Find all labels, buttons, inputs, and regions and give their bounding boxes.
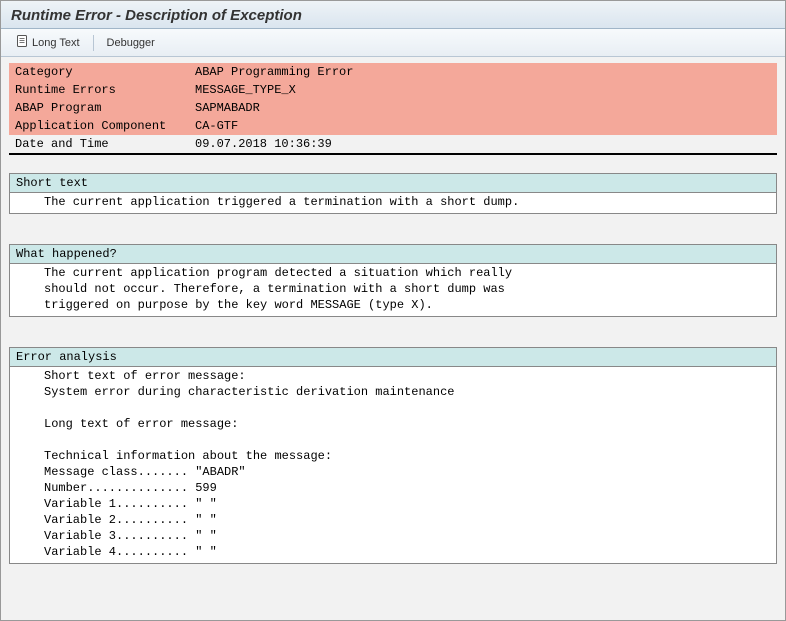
section-what-happened: What happened? The current application p… bbox=[9, 244, 777, 317]
title-bar: Runtime Error - Description of Exception bbox=[1, 1, 785, 29]
long-text-button[interactable]: Long Text bbox=[9, 32, 86, 53]
text-line: Message class....... "ABADR" bbox=[10, 464, 776, 480]
header-table: CategoryABAP Programming ErrorRuntime Er… bbox=[9, 63, 777, 155]
section-body: The current application triggered a term… bbox=[10, 193, 776, 213]
text-line: Technical information about the message: bbox=[10, 448, 776, 464]
header-label: Application Component bbox=[9, 117, 189, 135]
text-line bbox=[10, 400, 776, 416]
text-line: Variable 4.......... " " bbox=[10, 544, 776, 560]
debugger-label: Debugger bbox=[107, 37, 155, 49]
long-text-label: Long Text bbox=[32, 37, 80, 49]
text-line: Long text of error message: bbox=[10, 416, 776, 432]
debugger-button[interactable]: Debugger bbox=[101, 35, 161, 51]
section-header: What happened? bbox=[10, 245, 776, 264]
text-line: The current application program detected… bbox=[10, 265, 776, 281]
header-value: MESSAGE_TYPE_X bbox=[189, 81, 777, 99]
header-label: Runtime Errors bbox=[9, 81, 189, 99]
text-line: triggered on purpose by the key word MES… bbox=[10, 297, 776, 313]
header-row: ABAP ProgramSAPMABADR bbox=[9, 99, 777, 117]
header-value: CA-GTF bbox=[189, 117, 777, 135]
header-row: CategoryABAP Programming Error bbox=[9, 63, 777, 81]
text-line: Variable 1.......... " " bbox=[10, 496, 776, 512]
section-short-text: Short text The current application trigg… bbox=[9, 173, 777, 214]
toolbar: Long Text Debugger bbox=[1, 29, 785, 57]
text-line: Variable 3.......... " " bbox=[10, 528, 776, 544]
text-line: System error during characteristic deriv… bbox=[10, 384, 776, 400]
text-line bbox=[10, 432, 776, 448]
header-value: 09.07.2018 10:36:39 bbox=[189, 135, 777, 154]
header-value: ABAP Programming Error bbox=[189, 63, 777, 81]
header-label: Category bbox=[9, 63, 189, 81]
header-row: Date and Time09.07.2018 10:36:39 bbox=[9, 135, 777, 154]
header-row: Runtime ErrorsMESSAGE_TYPE_X bbox=[9, 81, 777, 99]
text-line: The current application triggered a term… bbox=[10, 194, 776, 210]
header-label: ABAP Program bbox=[9, 99, 189, 117]
document-icon bbox=[15, 34, 29, 51]
section-body: The current application program detected… bbox=[10, 264, 776, 316]
text-line: should not occur. Therefore, a terminati… bbox=[10, 281, 776, 297]
content-area: CategoryABAP Programming ErrorRuntime Er… bbox=[1, 57, 785, 570]
header-value: SAPMABADR bbox=[189, 99, 777, 117]
section-header: Error analysis bbox=[10, 348, 776, 367]
section-error-analysis: Error analysis Short text of error messa… bbox=[9, 347, 777, 564]
header-row: Application ComponentCA-GTF bbox=[9, 117, 777, 135]
section-body: Short text of error message:System error… bbox=[10, 367, 776, 563]
toolbar-separator bbox=[93, 35, 94, 51]
text-line: Short text of error message: bbox=[10, 368, 776, 384]
section-header: Short text bbox=[10, 174, 776, 193]
header-label: Date and Time bbox=[9, 135, 189, 154]
text-line: Number.............. 599 bbox=[10, 480, 776, 496]
page-title: Runtime Error - Description of Exception bbox=[11, 7, 775, 24]
text-line: Variable 2.......... " " bbox=[10, 512, 776, 528]
